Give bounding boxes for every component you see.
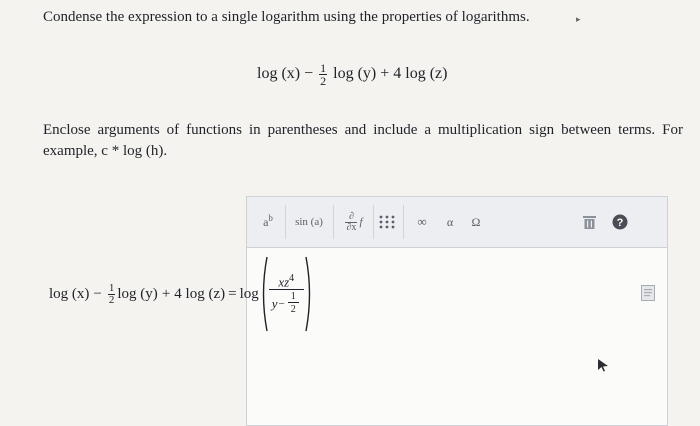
expression-half-fraction: 1 2	[319, 61, 328, 88]
answer-log: log	[239, 285, 259, 302]
toolbar-separator	[285, 205, 286, 239]
matrix-icon[interactable]	[377, 208, 397, 236]
right-parenthesis	[305, 256, 310, 332]
fraction-denominator: 2	[107, 293, 116, 306]
answer-half-fraction: 1 2	[107, 281, 116, 306]
delete-icon[interactable]	[581, 208, 597, 236]
toolbar-separator	[333, 205, 334, 239]
instructions-text: Enclose arguments of functions in parent…	[43, 122, 683, 159]
expression-minus: −	[304, 65, 314, 83]
expression-term-3: 4 log (z)	[393, 65, 448, 83]
exponent-denominator: 2	[287, 302, 299, 315]
alpha-button[interactable]: α	[441, 208, 459, 236]
argument-denominator: y − 1 2	[268, 289, 304, 315]
mouse-cursor-icon	[598, 359, 608, 372]
answer-lhs-minus: −	[93, 285, 102, 302]
exponent-numerator: 1	[290, 291, 296, 303]
expression-plus: +	[380, 65, 390, 83]
derivative-denominator: ∂x	[345, 221, 358, 233]
answer-lhs-plus: +	[161, 285, 171, 302]
numerator-base: xz	[278, 274, 290, 290]
expression-term-2: log (y)	[333, 65, 377, 83]
fraction-numerator: 1	[320, 61, 327, 75]
power-exponent: b	[268, 213, 273, 223]
denominator-exponent-fraction: 1 2	[287, 291, 299, 315]
power-button[interactable]: ab	[255, 208, 281, 236]
derivative-function: f	[359, 216, 363, 228]
fraction-denominator: 2	[319, 74, 328, 88]
log-argument-fraction: xz4 y − 1 2	[268, 273, 304, 316]
answer-lhs-term-3: 4 log (z)	[174, 285, 226, 302]
toolbar-separator	[403, 205, 404, 239]
derivative-fraction: ∂ ∂x	[345, 210, 358, 233]
question-prompt: Condense the expression to a single loga…	[43, 9, 530, 25]
numerator-exponent: 4	[289, 272, 295, 284]
sin-button[interactable]: sin (a)	[289, 208, 329, 236]
left-parenthesis	[262, 256, 268, 332]
argument-numerator: xz4	[275, 273, 297, 290]
omega-button[interactable]: Ω	[467, 208, 485, 236]
document-icon[interactable]	[641, 285, 655, 301]
derivative-numerator: ∂	[348, 210, 354, 222]
infinity-button[interactable]: ∞	[413, 208, 431, 236]
help-icon[interactable]: ?	[611, 208, 629, 236]
exponent-minus-sign: −	[278, 297, 285, 310]
given-expression: log (x) − 1 2 log (y) + 4 log (z)	[257, 62, 447, 87]
answer-lhs-term-2: log (y)	[117, 285, 158, 302]
answer-equation[interactable]: log (x) − 1 2 log (y) + 4 log (z) = log …	[49, 252, 314, 336]
fraction-numerator: 1	[108, 281, 115, 294]
answer-lhs-term-1: log (x)	[49, 285, 90, 302]
math-toolbar: ab sin (a) ∂ ∂x f ∞ α Ω ?	[246, 196, 668, 248]
denominator-base: y	[271, 295, 278, 311]
svg-text:?: ?	[617, 217, 624, 229]
pointer-mark-icon: ▸	[576, 14, 581, 24]
answer-equals: =	[228, 285, 237, 302]
expression-term-1: log (x)	[257, 65, 301, 83]
derivative-button[interactable]: ∂ ∂x f	[337, 208, 369, 236]
toolbar-separator	[373, 205, 374, 239]
denominator-exponent: − 1 2	[279, 292, 301, 315]
